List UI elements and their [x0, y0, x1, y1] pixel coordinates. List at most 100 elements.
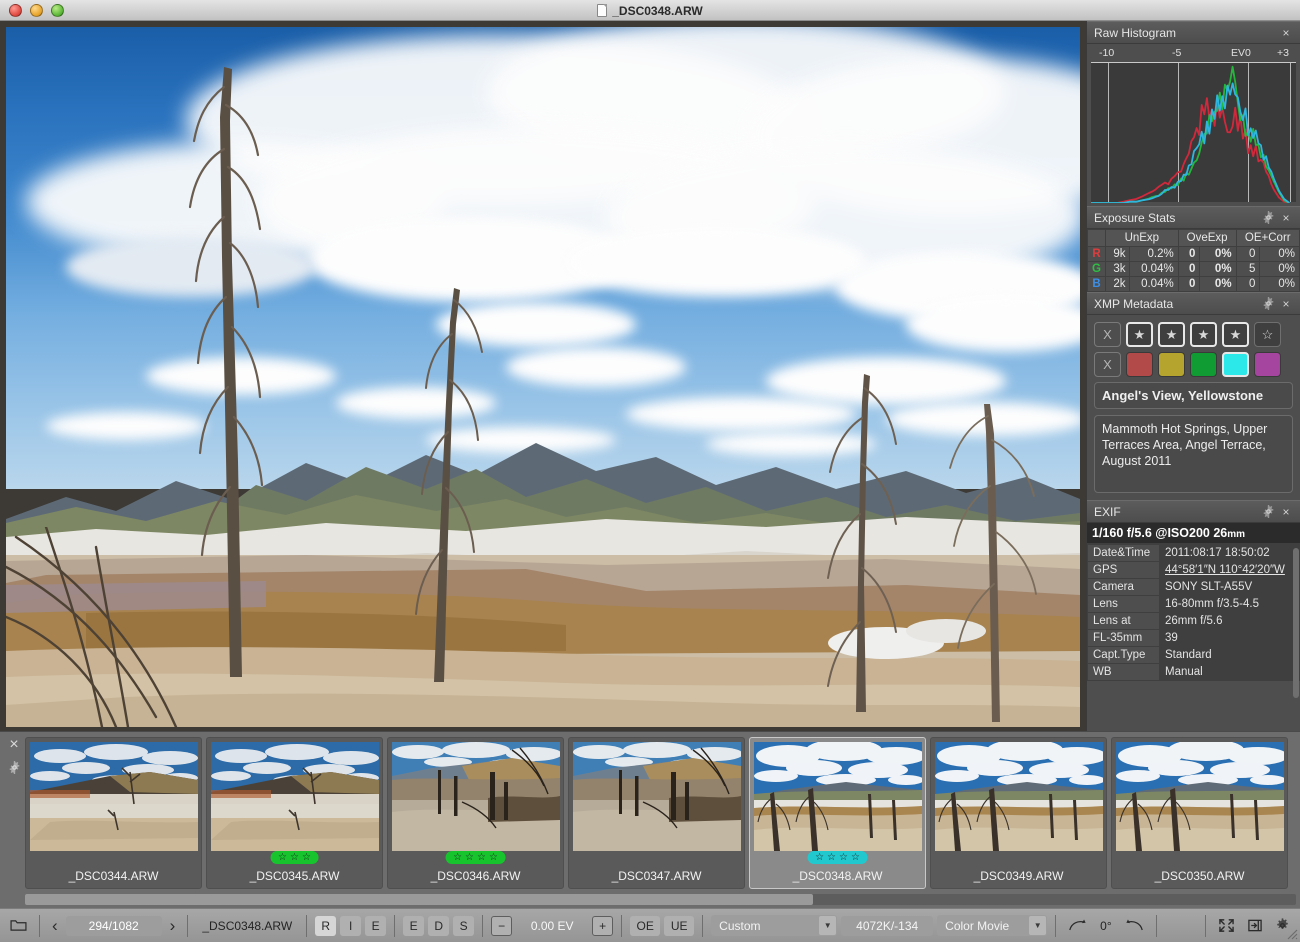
zoom-window-button[interactable]	[51, 4, 64, 17]
close-icon[interactable]: ×	[1279, 211, 1293, 225]
divider	[1205, 915, 1206, 937]
cloud	[506, 347, 686, 387]
xmp-description-field[interactable]: Mammoth Hot Springs, Upper Terraces Area…	[1094, 415, 1293, 493]
clear-rating-button[interactable]: X	[1094, 322, 1121, 347]
gear-icon[interactable]	[7, 760, 21, 774]
cell-oecorr-count: 0	[1236, 277, 1260, 292]
star-rating-2[interactable]: ★	[1158, 322, 1185, 347]
cell-unexp-count: 9k	[1105, 247, 1130, 262]
cell-ovexp-count: 0	[1178, 277, 1200, 292]
col-channel	[1088, 230, 1106, 247]
filmstrip-thumbnail[interactable]: ☆☆☆☆_DSC0346.ARW	[387, 737, 564, 889]
filmstrip-track[interactable]: _DSC0344.ARW ☆☆☆_DSC	[25, 737, 1300, 889]
thumbnail-rating-badge[interactable]: ☆☆☆	[270, 851, 319, 864]
ev-increase-button[interactable]: +	[592, 916, 613, 936]
tool-button-s[interactable]: S	[453, 916, 474, 936]
cell-ovexp-pct: 0%	[1200, 247, 1236, 262]
color-label-red[interactable]	[1126, 352, 1153, 377]
wb-preset-select[interactable]: Custom ▼	[711, 915, 837, 936]
exif-key: WB	[1088, 664, 1160, 681]
histogram-plot[interactable]	[1091, 62, 1296, 202]
mode-button-r[interactable]: R	[315, 916, 336, 936]
rating-star: ☆	[278, 852, 287, 863]
clear-color-label-button[interactable]: X	[1094, 352, 1121, 377]
rating-star: ☆	[815, 852, 824, 863]
color-label-green[interactable]	[1190, 352, 1217, 377]
exif-value-gps-link[interactable]: 44°58′1″N 110°42′20″W	[1160, 562, 1300, 579]
rotate-ccw-icon[interactable]	[1122, 916, 1148, 936]
ev-value[interactable]: 0.00 EV	[516, 916, 588, 936]
folder-icon[interactable]	[6, 916, 31, 936]
resize-grip[interactable]	[1284, 926, 1298, 940]
color-label-purple[interactable]	[1254, 352, 1281, 377]
temperature-value[interactable]: 4072K/-134	[841, 916, 933, 936]
mode-button-e[interactable]: E	[365, 916, 386, 936]
cell-unexp-pct: 0.04%	[1130, 262, 1178, 277]
exif-key: Capt.Type	[1088, 647, 1160, 664]
tool-button-e[interactable]: E	[403, 916, 424, 936]
filmstrip-thumbnail[interactable]: _DSC0350.ARW	[1111, 737, 1288, 889]
gear-icon[interactable]	[1261, 211, 1275, 225]
cell-ovexp-count: 0	[1178, 262, 1200, 277]
divider	[482, 915, 483, 937]
star-rating-5[interactable]: ☆	[1254, 322, 1281, 347]
gear-icon[interactable]	[1261, 505, 1275, 519]
xmp-title-field[interactable]: Angel's View, Yellowstone	[1094, 382, 1293, 409]
window-controls[interactable]	[9, 4, 64, 17]
close-window-button[interactable]	[9, 4, 22, 17]
filmstrip-thumbnail[interactable]: _DSC0344.ARW	[25, 737, 202, 889]
filmstrip-thumbnail[interactable]: _DSC0349.ARW	[930, 737, 1107, 889]
star-rating-1[interactable]: ★	[1126, 322, 1153, 347]
exif-value: Manual	[1160, 664, 1300, 681]
window-title: _DSC0348.ARW	[612, 4, 702, 18]
filmstrip-thumbnail[interactable]: ☆☆☆☆_DSC0348.ARW	[749, 737, 926, 889]
filmstrip-scroll-knob[interactable]	[25, 894, 813, 905]
color-label-cyan[interactable]	[1222, 352, 1249, 377]
chevron-down-icon[interactable]: ▼	[1029, 916, 1046, 935]
rotate-cw-icon[interactable]	[1064, 916, 1090, 936]
filmstrip-scrollbar[interactable]	[25, 894, 1296, 905]
table-row: CameraSONY SLT-A55V	[1088, 579, 1300, 596]
exif-value: 2011:08:17 18:50:02	[1160, 545, 1300, 562]
filmstrip-thumbnail[interactable]: ☆☆☆_DSC0345.ARW	[206, 737, 383, 889]
profile-select[interactable]: Color Movie ▼	[937, 915, 1047, 936]
thumbnail-rating-badge[interactable]: ☆☆☆☆	[807, 851, 868, 864]
chevron-down-icon[interactable]: ▼	[819, 916, 836, 935]
star-rating-3[interactable]: ★	[1190, 322, 1217, 347]
table-row: R 9k 0.2% 0 0% 0 0%	[1088, 247, 1300, 262]
minimize-window-button[interactable]	[30, 4, 43, 17]
cell-oecorr-count: 0	[1236, 247, 1260, 262]
filmstrip-thumbnail[interactable]: _DSC0347.ARW	[568, 737, 745, 889]
divider	[621, 915, 622, 937]
panel-title-exposure: Exposure Stats	[1094, 211, 1257, 225]
export-icon[interactable]	[1243, 916, 1267, 936]
image-viewer[interactable]	[0, 21, 1086, 731]
close-icon[interactable]: ×	[1279, 505, 1293, 519]
fullscreen-icon[interactable]	[1214, 916, 1239, 936]
right-dock: Raw Histogram × -10 -5 EV0 +3	[1086, 21, 1300, 731]
oe-button[interactable]: OE	[630, 916, 660, 936]
table-row: FL-35mm39	[1088, 630, 1300, 647]
prev-image-button[interactable]: ‹	[48, 916, 62, 936]
thumbnail-rating-badge[interactable]: ☆☆☆☆	[445, 851, 506, 864]
close-icon[interactable]: ×	[7, 738, 21, 752]
next-image-button[interactable]: ›	[166, 916, 180, 936]
divider	[39, 915, 40, 937]
ue-button[interactable]: UE	[664, 916, 694, 936]
color-label-yellow[interactable]	[1158, 352, 1185, 377]
tool-button-d[interactable]: D	[428, 916, 449, 936]
color-label-chip-row: X	[1094, 352, 1293, 377]
exif-scrollbar[interactable]	[1293, 548, 1299, 698]
histogram-tick-label: -5	[1172, 47, 1181, 59]
star-rating-4[interactable]: ★	[1222, 322, 1249, 347]
close-icon[interactable]: ×	[1279, 26, 1293, 40]
close-icon[interactable]: ×	[1279, 297, 1293, 311]
cell-unexp-count: 3k	[1105, 262, 1130, 277]
raw-photo[interactable]	[6, 27, 1080, 727]
cell-oecorr-count: 5	[1236, 262, 1260, 277]
exif-value: 26mm f/5.6	[1160, 613, 1300, 630]
mode-button-i[interactable]: I	[340, 916, 361, 936]
ev-decrease-button[interactable]: −	[491, 916, 512, 936]
table-row: GPS44°58′1″N 110°42′20″W	[1088, 562, 1300, 579]
gear-icon[interactable]	[1261, 297, 1275, 311]
